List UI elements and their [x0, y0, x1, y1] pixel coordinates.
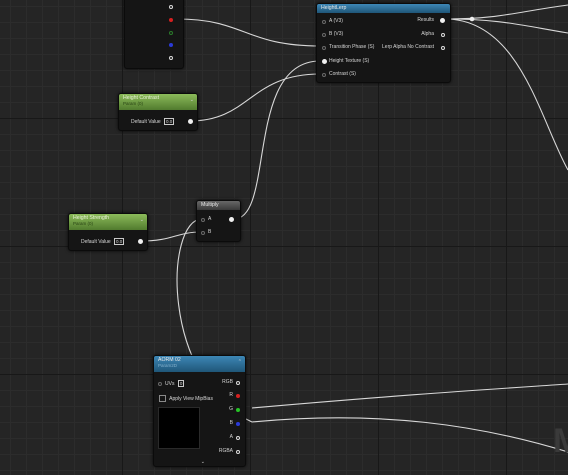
wire-g-out: [251, 383, 568, 409]
heightlerp-header: HeightLerp: [317, 4, 450, 13]
chevron-up-icon[interactable]: ⌃: [238, 359, 242, 365]
reroute-dot: [469, 16, 475, 22]
chevron-down-icon[interactable]: ⌄: [140, 217, 144, 223]
multiply-input-b: B: [208, 229, 212, 235]
output-label-b: B: [229, 420, 233, 426]
aorm-header: AORM 02 Param2D ⌃: [154, 356, 245, 372]
output-label-rgba: RGBA: [218, 448, 233, 454]
pin-output[interactable]: [138, 239, 143, 244]
pin-output[interactable]: [188, 119, 193, 124]
pin-height-texture[interactable]: [322, 59, 327, 64]
pin-b[interactable]: [236, 422, 240, 426]
heightlerp-node[interactable]: HeightLerp A (V3) B (V3) Transition Phas…: [316, 3, 451, 83]
uvs-field[interactable]: 0: [177, 380, 185, 387]
wire-multiply-to-height: [233, 60, 321, 220]
input-label-b: B (V3): [329, 31, 344, 37]
multiply-title: Multiply: [201, 202, 219, 208]
default-value-field[interactable]: 0.0: [114, 238, 125, 245]
height-strength-node[interactable]: Height Strength Param (0) ⌄ Default Valu…: [68, 213, 148, 251]
pin-contrast[interactable]: [322, 73, 326, 77]
wire-results-out-3: [444, 18, 568, 171]
pin-multiply-b[interactable]: [201, 231, 205, 235]
input-label-a: A (V3): [329, 18, 343, 24]
uvs-label: UVs: [165, 381, 175, 387]
output-label-rgb: RGB: [222, 379, 233, 385]
default-value-label: Default Value: [81, 239, 111, 245]
mip-bias-checkbox[interactable]: [159, 395, 166, 402]
pin-uvs[interactable]: [158, 382, 162, 386]
output-label-lerp-alpha: Lerp Alpha No Contrast: [382, 44, 434, 50]
pin-hollow-top[interactable]: [169, 5, 173, 9]
pin-red[interactable]: [169, 18, 173, 22]
input-label-height-texture: Height Texture (S): [329, 58, 370, 64]
output-label-g: G: [229, 406, 233, 412]
default-value-row: Default Value 0.0: [131, 118, 175, 126]
aorm-texture-node[interactable]: AORM 02 Param2D ⌃ UVs 0 Apply View MipBi…: [153, 355, 246, 467]
output-label-results: Results: [417, 17, 434, 23]
wire-strength-to-multiply: [138, 231, 203, 242]
height-strength-subtitle: Param (0): [73, 221, 94, 226]
chevron-down-icon[interactable]: ⌄: [201, 459, 205, 465]
height-contrast-subtitle: Param (0): [123, 101, 144, 106]
wire-red-to-b: [176, 18, 321, 47]
pin-multiply-output[interactable]: [229, 217, 234, 222]
multiply-header: Multiply: [197, 201, 240, 210]
input-label-contrast: Contrast (S): [329, 71, 356, 77]
pin-b-v3[interactable]: [322, 33, 326, 37]
wire-contrast-to-heightlerp: [189, 73, 321, 122]
heightlerp-title: HeightLerp: [321, 5, 347, 11]
watermark-letter: M: [553, 422, 568, 460]
pin-green[interactable]: [169, 31, 173, 35]
partial-node-top[interactable]: [124, 0, 184, 69]
wire-results-out-1: [444, 4, 568, 20]
output-label-r: R: [229, 392, 233, 398]
pin-blue[interactable]: [169, 43, 173, 47]
output-label-alpha: Alpha: [421, 31, 434, 37]
output-label-a: A: [229, 434, 233, 440]
default-value-row: Default Value 0.0: [81, 238, 125, 246]
input-label-transition: Transition Phase (S): [329, 44, 375, 50]
default-value-field[interactable]: 0.0: [164, 118, 175, 125]
pin-r[interactable]: [236, 394, 240, 398]
pin-g[interactable]: [236, 408, 240, 412]
multiply-input-a: A: [208, 216, 212, 222]
multiply-node[interactable]: Multiply A B: [196, 200, 241, 242]
pin-a-v3[interactable]: [322, 20, 326, 24]
height-strength-header: Height Strength Param (0) ⌄: [69, 214, 147, 230]
texture-preview: [158, 407, 200, 449]
height-contrast-header: Height Contrast Param (0) ⌄: [119, 94, 197, 110]
wire-b-out: [251, 417, 568, 453]
default-value-label: Default Value: [131, 119, 161, 125]
pin-lerp-alpha-no-contrast[interactable]: [441, 46, 445, 50]
chevron-down-icon[interactable]: ⌄: [190, 97, 194, 103]
pin-a[interactable]: [236, 436, 240, 440]
aorm-subtitle: Param2D: [158, 363, 178, 368]
mip-bias-label: Apply View MipBias: [169, 395, 213, 402]
pin-multiply-a[interactable]: [201, 218, 205, 222]
pin-transition-phase[interactable]: [322, 46, 326, 50]
pin-alpha[interactable]: [441, 33, 445, 37]
pin-results[interactable]: [440, 18, 445, 23]
pin-rgb[interactable]: [236, 381, 240, 385]
height-contrast-node[interactable]: Height Contrast Param (0) ⌄ Default Valu…: [118, 93, 198, 131]
uvs-row: UVs 0: [165, 380, 185, 388]
mip-bias-row: Apply View MipBias: [159, 395, 213, 403]
pin-hollow-bottom[interactable]: [169, 56, 173, 60]
pin-rgba[interactable]: [236, 450, 240, 454]
